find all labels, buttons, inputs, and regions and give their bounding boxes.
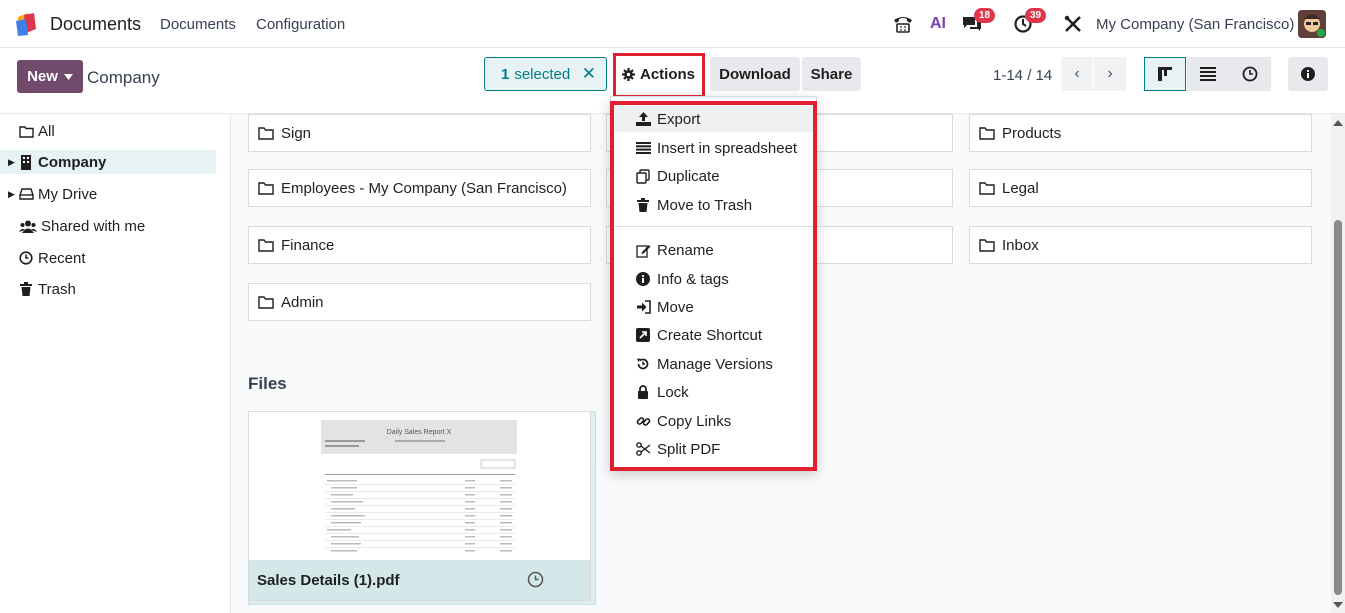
pager-value[interactable]: 1-14 / 14	[993, 67, 1052, 84]
main-scrollbar[interactable]	[1331, 114, 1345, 613]
sidebar-item-label: Shared with me	[41, 217, 146, 235]
chat-icon[interactable]: 18	[960, 8, 996, 36]
folder-icon	[979, 239, 995, 252]
folder-name: Admin	[281, 293, 324, 311]
user-avatar[interactable]	[1298, 10, 1326, 38]
folder-card[interactable]: Inbox	[969, 226, 1312, 264]
folder-name: Sign	[281, 124, 312, 142]
pager-next-icon[interactable]: ›	[1094, 57, 1126, 91]
selected-count: 1	[501, 65, 510, 83]
drive-icon	[18, 186, 34, 202]
selected-text: selected	[514, 65, 571, 83]
folder-name: Products	[1002, 124, 1062, 142]
kanban-icon	[1158, 67, 1172, 81]
folder-card[interactable]: Legal	[969, 169, 1312, 207]
folder-icon	[979, 182, 995, 195]
folder-open-icon	[18, 123, 34, 139]
folder-name: Employees - My Company (San Francisco)	[281, 179, 567, 197]
clear-selection-icon[interactable]: ✕	[582, 64, 596, 84]
tools-icon[interactable]	[1061, 12, 1085, 36]
sidebar-item-label: Company	[38, 153, 107, 171]
ai-icon[interactable]: AI	[926, 12, 950, 36]
info-icon	[1301, 67, 1315, 81]
folder-card[interactable]: Products	[969, 114, 1312, 152]
scroll-down-icon[interactable]	[1331, 600, 1345, 610]
pdf-thumbnail: Daily Sales Report X	[315, 416, 523, 560]
sidebar-item-label: Trash	[38, 280, 76, 298]
sidebar: All ▶ Company ▶ My Drive Shared with me …	[0, 114, 231, 613]
file-card-footer: Sales Details (1).pdf	[249, 560, 590, 600]
chat-badge: 18	[974, 8, 996, 23]
top-navbar: Documents Documents Configuration AI 18 …	[0, 0, 1345, 48]
folder-icon	[258, 182, 274, 195]
menu-documents[interactable]: Documents	[160, 16, 236, 33]
actions-menu-highlight-box	[610, 101, 817, 471]
folder-name: Finance	[281, 236, 335, 254]
selection-indicator: 1 selected ✕	[484, 57, 607, 91]
trash-icon	[18, 281, 34, 297]
activity-badge: 39	[1025, 8, 1047, 23]
caret-right-icon[interactable]: ▶	[8, 189, 18, 200]
scroll-up-icon[interactable]	[1331, 118, 1345, 128]
folder-card[interactable]: Admin	[248, 283, 591, 321]
download-button[interactable]: Download	[710, 57, 800, 91]
folder-icon	[258, 296, 274, 309]
files-section-title: Files	[248, 374, 287, 393]
file-card[interactable]: Daily Sales Report X Sales Details (1).p…	[248, 411, 591, 601]
activity-clock-icon[interactable]	[527, 571, 544, 588]
folder-name: Legal	[1002, 179, 1039, 197]
sidebar-item-label: All	[38, 122, 55, 140]
app-name[interactable]: Documents	[50, 14, 141, 35]
pdf-preview-title: Daily Sales Report X	[387, 429, 452, 436]
scroll-thumb[interactable]	[1334, 220, 1342, 595]
caret-down-icon	[63, 73, 73, 80]
sidebar-item-trash[interactable]: Trash	[0, 277, 216, 301]
sidebar-item-all[interactable]: All	[0, 119, 216, 143]
share-button[interactable]: Share	[802, 57, 861, 91]
phone-icon[interactable]	[891, 12, 915, 36]
sidebar-item-label: My Drive	[38, 185, 98, 203]
new-button[interactable]: New	[17, 60, 83, 93]
activity-icon[interactable]: 39	[1011, 8, 1047, 36]
sidebar-item-company[interactable]: ▶ Company	[0, 150, 216, 174]
kanban-view-button[interactable]	[1144, 57, 1186, 91]
folder-card[interactable]: Sign	[248, 114, 591, 152]
documents-logo-icon[interactable]	[14, 11, 40, 37]
users-icon	[18, 218, 37, 234]
menu-configuration[interactable]: Configuration	[256, 16, 345, 33]
new-button-label: New	[27, 68, 58, 85]
sidebar-item-recent[interactable]: Recent	[0, 246, 216, 270]
folder-card[interactable]: Finance	[248, 226, 591, 264]
clock-icon	[18, 250, 34, 266]
activity-view-button[interactable]	[1229, 57, 1271, 91]
building-icon	[18, 154, 34, 170]
file-name: Sales Details (1).pdf	[257, 571, 400, 589]
sidebar-item-label: Recent	[38, 249, 86, 267]
folder-name: Inbox	[1002, 236, 1039, 254]
folder-icon	[258, 239, 274, 252]
folder-icon	[258, 127, 274, 140]
sidebar-item-shared[interactable]: Shared with me	[0, 214, 216, 238]
folder-icon	[979, 127, 995, 140]
info-button[interactable]	[1288, 57, 1328, 91]
pager-previous-icon[interactable]: ‹	[1061, 57, 1093, 91]
folder-card[interactable]: Employees - My Company (San Francisco)	[248, 169, 591, 207]
list-icon	[1200, 67, 1216, 81]
list-view-button[interactable]	[1187, 57, 1229, 91]
actions-highlight-box	[613, 53, 705, 98]
clock-icon	[1242, 66, 1258, 82]
company-switcher[interactable]: My Company (San Francisco)	[1096, 16, 1294, 33]
caret-right-icon[interactable]: ▶	[8, 157, 18, 168]
sidebar-item-my-drive[interactable]: ▶ My Drive	[0, 182, 216, 206]
breadcrumb-title: Company	[87, 68, 160, 87]
